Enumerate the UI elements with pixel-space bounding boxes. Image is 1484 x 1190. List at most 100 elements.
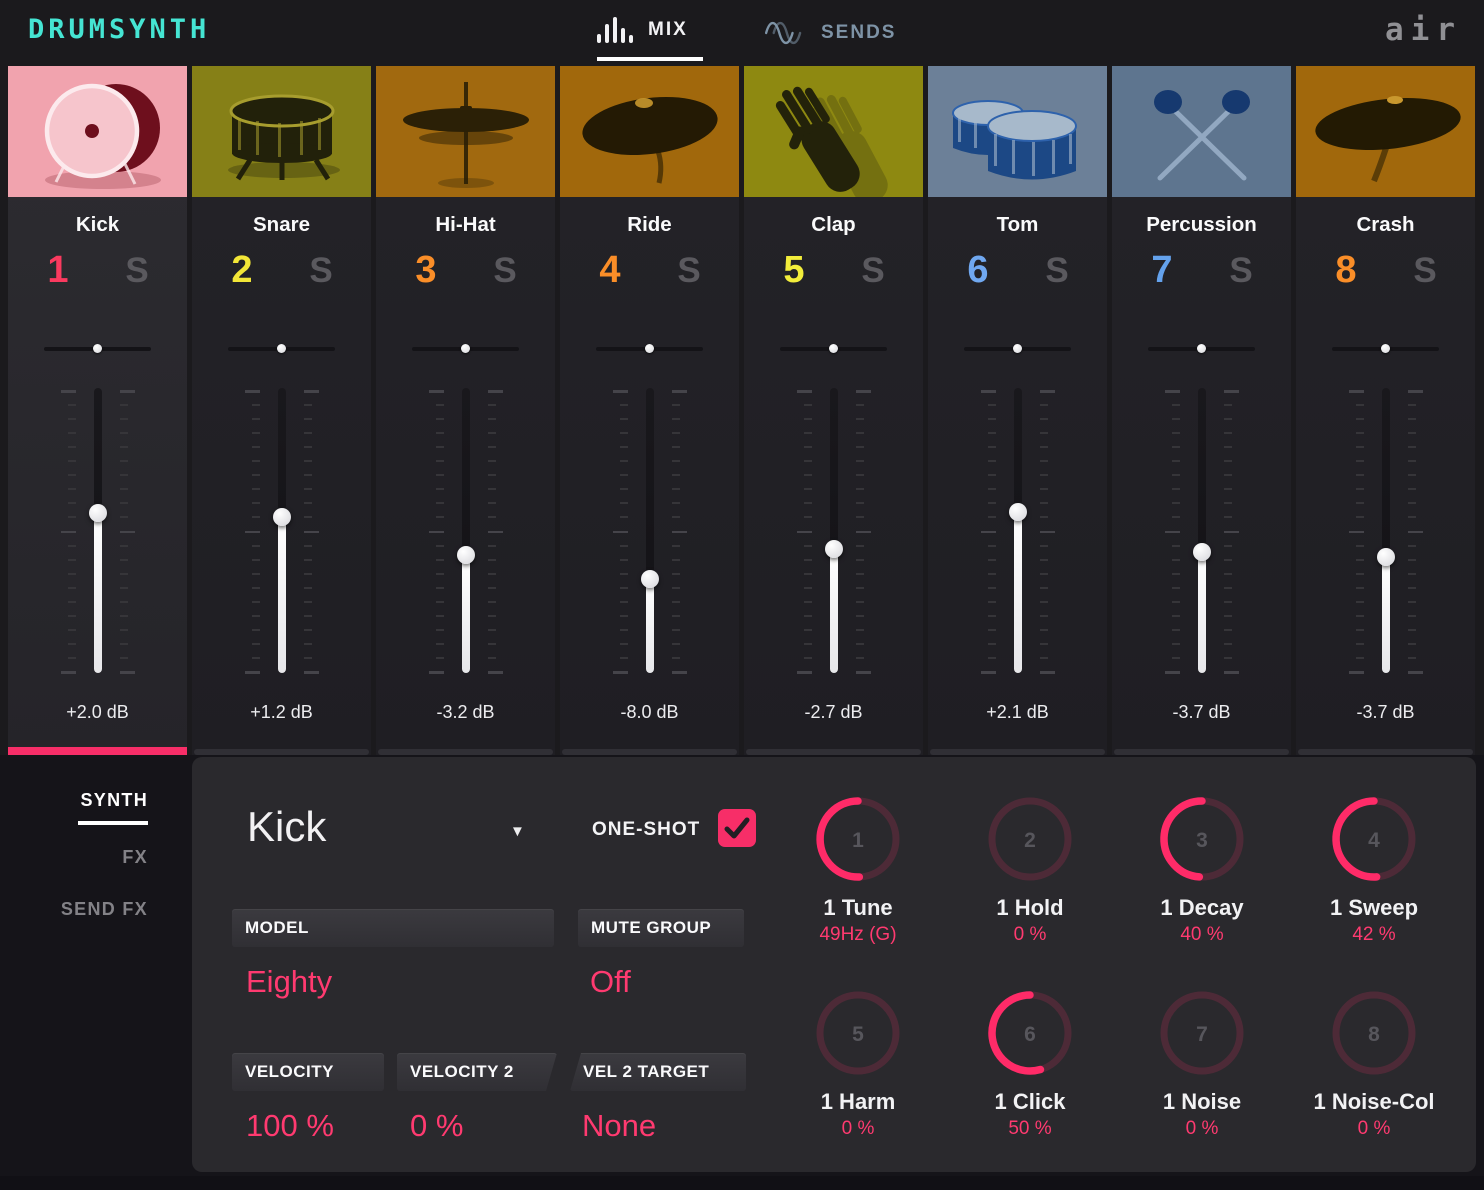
channel-strip-crash[interactable]: Crash 8 S -3.7 dB <box>1296 66 1475 755</box>
channel-image-perc[interactable] <box>1112 66 1291 197</box>
solo-button[interactable]: S <box>1216 250 1266 292</box>
pan-slider[interactable] <box>228 336 335 360</box>
knob-1-click[interactable]: 6 1 Click 50 % <box>944 983 1116 1141</box>
pan-handle[interactable] <box>645 344 654 353</box>
pan-handle[interactable] <box>1013 344 1022 353</box>
volume-fader[interactable] <box>1112 388 1291 674</box>
volume-fader[interactable] <box>744 388 923 674</box>
knob-dial[interactable]: 2 <box>980 789 1080 889</box>
pan-slider[interactable] <box>596 336 703 360</box>
pan-handle[interactable] <box>1197 344 1206 353</box>
velocity-value[interactable]: 100 % <box>246 1108 334 1144</box>
knob-dial[interactable]: 4 <box>1324 789 1424 889</box>
volume-fader[interactable] <box>928 388 1107 674</box>
channel-image-crash[interactable] <box>1296 66 1475 197</box>
channel-strip-kick[interactable]: Kick 1 S +2.0 dB <box>8 66 187 755</box>
fader-handle[interactable] <box>88 504 107 523</box>
fader-handle[interactable] <box>1008 502 1027 521</box>
fader-tick <box>487 404 496 407</box>
velocity2-value[interactable]: 0 % <box>410 1108 463 1144</box>
pan-slider[interactable] <box>412 336 519 360</box>
pan-slider[interactable] <box>964 336 1071 360</box>
channel-number: 6 <box>967 249 989 291</box>
pan-handle[interactable] <box>829 344 838 353</box>
solo-button[interactable]: S <box>112 250 162 292</box>
knob-1-sweep[interactable]: 4 1 Sweep 42 % <box>1288 789 1460 947</box>
knob-1-noise[interactable]: 7 1 Noise 0 % <box>1116 983 1288 1141</box>
solo-button[interactable]: S <box>296 250 346 292</box>
fader-handle[interactable] <box>1192 542 1211 561</box>
pan-handle[interactable] <box>461 344 470 353</box>
pan-slider[interactable] <box>1332 336 1439 360</box>
fader-tick <box>855 418 864 421</box>
fader-tick <box>67 600 76 603</box>
knob-1-noise-col[interactable]: 8 1 Noise-Col 0 % <box>1288 983 1460 1141</box>
volume-fader[interactable] <box>8 388 187 674</box>
preset-selector[interactable]: Kick ▼ <box>247 803 525 851</box>
knob-dial[interactable]: 1 <box>808 789 908 889</box>
svg-text:8: 8 <box>1368 1023 1380 1046</box>
fader-tick <box>1355 600 1364 603</box>
channel-strip-percussion[interactable]: Percussion 7 S -3.7 dB <box>1112 66 1291 755</box>
knob-dial[interactable]: 8 <box>1324 983 1424 1083</box>
knob-1-tune[interactable]: 1 1 Tune 49Hz (G) <box>772 789 944 947</box>
fader-tick <box>855 516 864 519</box>
sidebar-item-synth[interactable]: SYNTH <box>0 790 148 811</box>
fader-tick <box>303 558 312 561</box>
knob-dial[interactable]: 7 <box>1152 983 1252 1083</box>
knob-dial[interactable]: 5 <box>808 983 908 1083</box>
vel2-target-value[interactable]: None <box>582 1108 656 1144</box>
channel-strip-snare[interactable]: Snare 2 S +1.2 dB <box>192 66 371 755</box>
solo-button[interactable]: S <box>848 250 898 292</box>
channel-image-hihat[interactable] <box>376 66 555 197</box>
sidebar-item-send-fx[interactable]: SEND FX <box>0 899 148 920</box>
fader-tick <box>435 516 444 519</box>
solo-button[interactable]: S <box>1400 250 1450 292</box>
pan-handle[interactable] <box>277 344 286 353</box>
pan-handle[interactable] <box>93 344 102 353</box>
knob-1-hold[interactable]: 2 1 Hold 0 % <box>944 789 1116 947</box>
solo-button[interactable]: S <box>480 250 530 292</box>
channel-strip-ride[interactable]: Ride 4 S -8.0 dB <box>560 66 739 755</box>
channel-image-clap[interactable] <box>744 66 923 197</box>
fader-tick <box>796 530 812 533</box>
fader-handle[interactable] <box>1376 548 1395 567</box>
channel-image-tom[interactable] <box>928 66 1107 197</box>
channel-strip-clap[interactable]: Clap 5 S -2.7 dB <box>744 66 923 755</box>
fader-handle[interactable] <box>824 540 843 559</box>
fader-tick <box>67 418 76 421</box>
fader-handle[interactable] <box>456 545 475 564</box>
fader-tick <box>67 502 76 505</box>
pan-handle[interactable] <box>1381 344 1390 353</box>
volume-fader[interactable] <box>560 388 739 674</box>
fader-tick <box>855 404 864 407</box>
channel-image-kick[interactable] <box>8 66 187 197</box>
channel-strip-tom[interactable]: Tom 6 S +2.1 dB <box>928 66 1107 755</box>
pan-slider[interactable] <box>44 336 151 360</box>
model-value[interactable]: Eighty <box>246 964 332 1000</box>
volume-fader[interactable] <box>1296 388 1475 674</box>
channel-image-snare[interactable] <box>192 66 371 197</box>
knob-1-decay[interactable]: 3 1 Decay 40 % <box>1116 789 1288 947</box>
knob-dial[interactable]: 3 <box>1152 789 1252 889</box>
fader-tick <box>1039 390 1055 393</box>
fader-handle[interactable] <box>640 569 659 588</box>
solo-button[interactable]: S <box>664 250 714 292</box>
channel-image-ride[interactable] <box>560 66 739 197</box>
fader-tick <box>1171 600 1180 603</box>
knob-1-harm[interactable]: 5 1 Harm 0 % <box>772 983 944 1141</box>
knob-dial[interactable]: 6 <box>980 983 1080 1083</box>
solo-button[interactable]: S <box>1032 250 1082 292</box>
mute-group-value[interactable]: Off <box>590 964 631 1000</box>
fader-handle[interactable] <box>272 508 291 527</box>
fader-tick <box>251 404 260 407</box>
channel-strip-hi-hat[interactable]: Hi-Hat 3 S -3.2 dB <box>376 66 555 755</box>
one-shot-checkbox[interactable] <box>718 809 756 847</box>
pan-slider[interactable] <box>780 336 887 360</box>
fader-tick <box>1223 544 1232 547</box>
fader-tick <box>435 628 444 631</box>
pan-slider[interactable] <box>1148 336 1255 360</box>
sidebar-item-fx[interactable]: FX <box>0 847 148 868</box>
volume-fader[interactable] <box>192 388 371 674</box>
volume-fader[interactable] <box>376 388 555 674</box>
